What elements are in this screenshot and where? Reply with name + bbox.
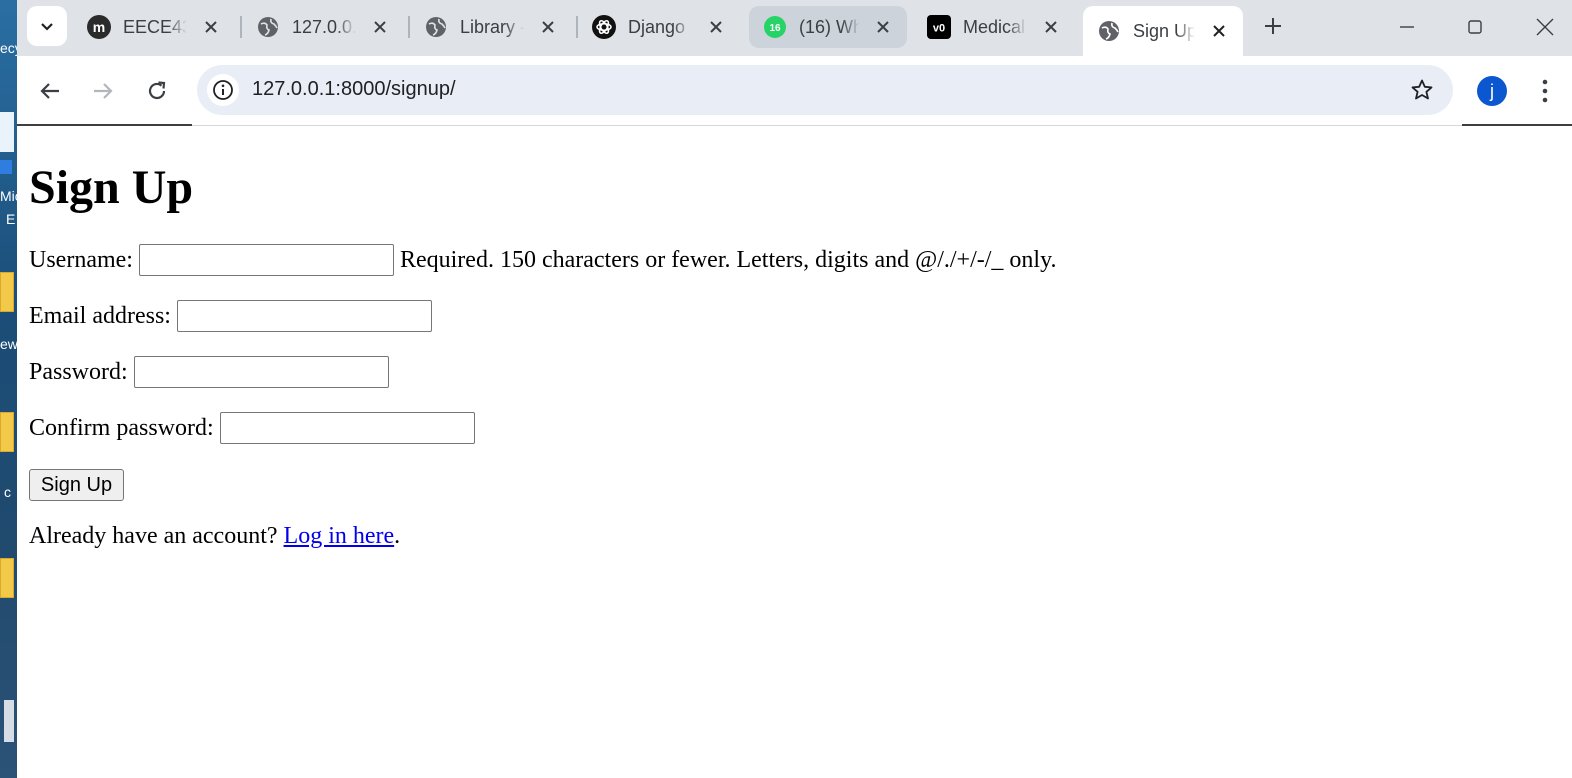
close-icon[interactable] — [201, 17, 221, 37]
login-prompt-text: Already have an account? — [29, 523, 278, 549]
kebab-menu-icon — [1542, 79, 1548, 103]
chevron-down-icon — [41, 23, 53, 31]
confirm-password-input[interactable] — [219, 412, 475, 444]
desktop-label: ew — [0, 336, 17, 352]
notification-count: 16 — [769, 23, 781, 34]
close-icon[interactable] — [538, 17, 558, 37]
desktop-background: ecy Mic E ew c — [0, 0, 17, 778]
minimize-icon — [1400, 26, 1414, 28]
tab-search-button[interactable] — [27, 6, 67, 46]
tab-title: Django — [628, 16, 686, 37]
shortcut-arrow-icon — [0, 160, 12, 174]
maximize-button[interactable] — [1457, 10, 1493, 44]
tab-library[interactable]: Library - — [410, 6, 572, 48]
tab-medical[interactable]: v0 Medical — [913, 6, 1075, 48]
page-content: Sign Up Username: Required. 150 characte… — [17, 126, 1572, 778]
minimize-button[interactable] — [1389, 10, 1425, 44]
tab-title: Sign Up — [1133, 20, 1196, 41]
close-icon — [1536, 18, 1554, 36]
tab-title: EECE430 — [123, 16, 187, 37]
tab-title: (16) Wh — [799, 16, 860, 37]
close-icon[interactable] — [874, 17, 893, 37]
login-prompt-suffix: . — [394, 523, 401, 549]
info-icon — [213, 80, 233, 100]
tab-django[interactable]: Django — [578, 6, 740, 48]
profile-avatar[interactable]: j — [1477, 76, 1507, 106]
whatsapp-icon: 16 — [763, 15, 787, 39]
bookmark-star-icon[interactable] — [1409, 77, 1435, 103]
tab-title: Library - — [460, 16, 524, 37]
email-label: Email address: — [29, 302, 171, 329]
username-row: Username: Required. 150 characters or fe… — [29, 244, 1057, 276]
folder-icon[interactable] — [0, 412, 14, 452]
globe-icon — [1097, 19, 1121, 43]
username-label: Username: — [29, 246, 133, 273]
tab-sign-up[interactable]: Sign Up — [1083, 6, 1243, 56]
tab-eece430[interactable]: m EECE430 — [73, 6, 235, 48]
login-prompt: Already have an account? Log in here. — [29, 523, 400, 550]
folder-icon[interactable] — [0, 272, 14, 312]
folder-icon[interactable] — [0, 558, 14, 598]
openai-icon — [592, 15, 616, 39]
password-label: Password: — [29, 358, 128, 385]
site-info-button[interactable] — [207, 74, 239, 106]
email-row: Email address: — [29, 300, 432, 332]
reload-button[interactable] — [139, 73, 175, 109]
browser-toolbar: 127.0.0.1:8000/signup/ j — [17, 56, 1572, 126]
browser-window: m EECE430 127.0.0.1 Library - — [17, 0, 1572, 778]
back-button[interactable] — [32, 73, 68, 109]
username-help-text: Required. 150 characters or fewer. Lette… — [399, 246, 1057, 273]
tab-title: Medical — [963, 16, 1026, 37]
close-icon[interactable] — [1209, 21, 1229, 41]
desktop-label: ecy — [0, 40, 17, 56]
moodle-m-icon: m — [87, 15, 111, 39]
globe-icon — [424, 15, 448, 39]
desktop-app-icon[interactable] — [4, 700, 14, 742]
tab-localhost[interactable]: 127.0.0.1 — [242, 6, 404, 48]
browser-menu-button[interactable] — [1535, 74, 1555, 108]
arrow-left-icon — [40, 83, 59, 99]
password-row: Password: — [29, 356, 389, 388]
desktop-label: Mic — [0, 188, 17, 204]
maximize-icon — [1468, 20, 1482, 34]
tab-whatsapp[interactable]: 16 (16) Wh — [749, 6, 907, 48]
page-title: Sign Up — [29, 161, 194, 214]
close-icon[interactable] — [370, 17, 390, 37]
confirm-password-label: Confirm password: — [29, 414, 214, 441]
url-text[interactable]: 127.0.0.1:8000/signup/ — [252, 78, 456, 101]
sign-up-button[interactable]: Sign Up — [29, 469, 124, 501]
reload-icon — [148, 81, 166, 100]
v0-icon: v0 — [927, 15, 951, 39]
close-icon[interactable] — [706, 17, 726, 37]
window-close-button[interactable] — [1527, 10, 1563, 44]
desktop-label: c — [4, 484, 11, 500]
svg-text:m: m — [93, 19, 105, 35]
desktop-label: E — [6, 211, 16, 227]
login-link[interactable]: Log in here — [284, 523, 395, 549]
forward-button[interactable] — [85, 73, 121, 109]
v0-logo-text: v0 — [933, 23, 945, 35]
new-tab-button[interactable] — [1257, 10, 1289, 42]
address-bar[interactable]: 127.0.0.1:8000/signup/ — [197, 65, 1453, 115]
confirm-password-row: Confirm password: — [29, 412, 475, 444]
plus-icon — [1265, 18, 1281, 34]
password-input[interactable] — [133, 356, 389, 388]
arrow-right-icon — [94, 83, 113, 99]
tab-strip: m EECE430 127.0.0.1 Library - — [17, 0, 1572, 56]
globe-icon — [256, 15, 280, 39]
close-icon[interactable] — [1041, 17, 1061, 37]
desktop-app-icon[interactable] — [0, 112, 14, 152]
username-input[interactable] — [138, 244, 394, 276]
tab-title: 127.0.0.1 — [292, 16, 356, 37]
email-input[interactable] — [176, 300, 432, 332]
